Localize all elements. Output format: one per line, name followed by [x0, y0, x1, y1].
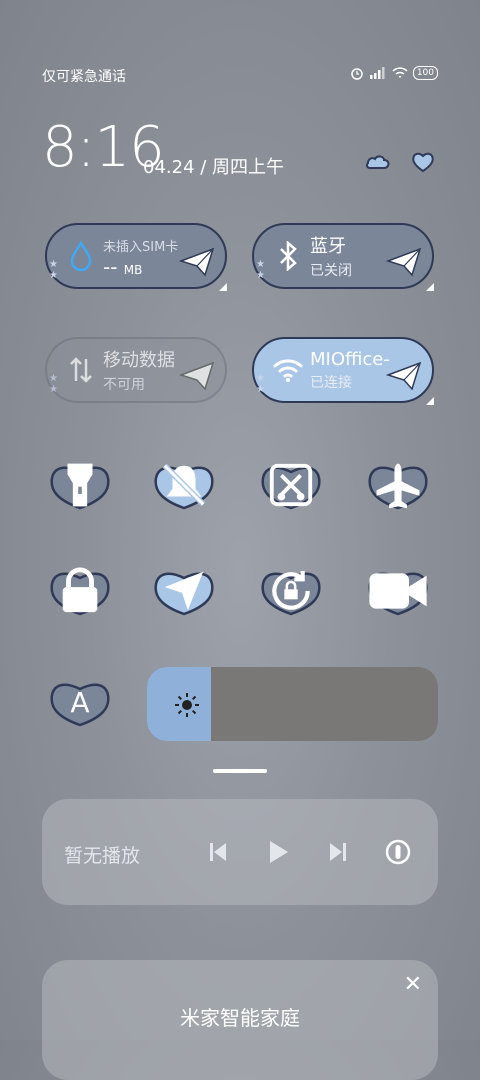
- next-icon: [330, 843, 346, 861]
- font-a-icon: A: [70, 685, 90, 719]
- lock-toggle[interactable]: [47, 567, 113, 618]
- wifi-network-name: MIOffice-: [310, 348, 390, 370]
- flashlight-icon: [47, 462, 113, 508]
- location-icon: [151, 568, 217, 614]
- tile-corner-indicator: [219, 283, 227, 291]
- previous-icon: [210, 843, 226, 861]
- wifi-icon: [392, 67, 408, 78]
- data-usage-value: --: [103, 254, 124, 279]
- play-button[interactable]: [263, 837, 293, 867]
- stars-decoration-icon: ★ ★: [256, 373, 265, 395]
- brightness-slider[interactable]: [147, 667, 438, 741]
- cast-button[interactable]: [383, 837, 413, 867]
- smart-home-card[interactable]: ✕ 米家智能家庭: [42, 960, 438, 1080]
- close-icon[interactable]: ✕: [404, 972, 422, 997]
- previous-button[interactable]: [203, 837, 233, 867]
- alarm-icon: [351, 68, 363, 80]
- panel-drag-handle[interactable]: [213, 769, 267, 773]
- cast-icon: [385, 839, 411, 865]
- stars-decoration-icon: ★ ★: [49, 373, 58, 395]
- location-toggle[interactable]: [151, 568, 217, 618]
- status-icons: 100: [349, 66, 438, 80]
- bluetooth-status: 已关闭: [310, 263, 352, 279]
- media-player: 暂无播放: [42, 799, 438, 905]
- mobile-data-label: 移动数据: [103, 350, 175, 371]
- video-toggle[interactable]: [365, 568, 431, 618]
- wifi-tile-icon: [266, 357, 310, 383]
- mobile-data-usage-tile[interactable]: ★ ★ 未插入SIM卡 -- MB: [45, 223, 227, 291]
- font-toggle[interactable]: A: [47, 679, 113, 729]
- bluetooth-icon: [266, 241, 310, 271]
- top-right-icons: [364, 150, 436, 174]
- data-usage-unit: MB: [123, 262, 143, 277]
- airplane-icon: [365, 462, 431, 509]
- battery-indicator: 100: [412, 66, 438, 80]
- paper-plane-icon: [386, 247, 422, 277]
- paper-plane-icon: [179, 247, 215, 277]
- mobile-data-status: 不可用: [103, 377, 145, 393]
- rotation-lock-icon: [258, 568, 324, 614]
- media-title: 暂无播放: [64, 845, 141, 867]
- mute-toggle[interactable]: [151, 462, 217, 512]
- bluetooth-label: 蓝牙: [310, 236, 346, 257]
- stars-decoration-icon: ★ ★: [49, 259, 58, 281]
- lock-icon: [47, 567, 113, 614]
- flashlight-toggle[interactable]: [47, 462, 113, 512]
- screenshot-toggle[interactable]: [258, 462, 324, 512]
- smart-home-title: 米家智能家庭: [180, 1006, 300, 1030]
- carrier-status: 仅可紧急通话: [42, 69, 126, 85]
- paper-plane-icon: [386, 361, 422, 391]
- signal-icon: [369, 67, 385, 79]
- play-icon: [270, 841, 288, 863]
- tile-corner-indicator: [426, 283, 434, 291]
- settings-heart-icon[interactable]: [410, 150, 436, 174]
- rotation-lock-toggle[interactable]: [258, 568, 324, 618]
- video-icon: [365, 568, 431, 614]
- mobile-data-tile[interactable]: ★ ★ 移动数据 不可用: [45, 337, 227, 403]
- next-button[interactable]: [323, 837, 353, 867]
- stars-decoration-icon: ★ ★: [256, 259, 265, 281]
- airplane-toggle[interactable]: [365, 462, 431, 512]
- mute-bell-icon: [151, 462, 217, 508]
- water-drop-icon: [59, 240, 103, 272]
- cloud-edit-icon[interactable]: [364, 150, 392, 174]
- wifi-status: 已连接: [310, 374, 352, 391]
- sim-status-label: 未插入SIM卡: [103, 239, 179, 255]
- tile-corner-indicator: [426, 397, 434, 405]
- clock-date[interactable]: 04.24 / 周四上午: [143, 153, 284, 179]
- paper-plane-icon: [179, 361, 215, 391]
- screenshot-icon: [258, 462, 324, 508]
- sun-icon: [173, 691, 201, 723]
- data-arrows-icon: [59, 355, 103, 385]
- wifi-tile[interactable]: ★ ★ MIOffice- 已连接: [252, 337, 434, 405]
- bluetooth-tile[interactable]: ★ ★ 蓝牙 已关闭: [252, 223, 434, 291]
